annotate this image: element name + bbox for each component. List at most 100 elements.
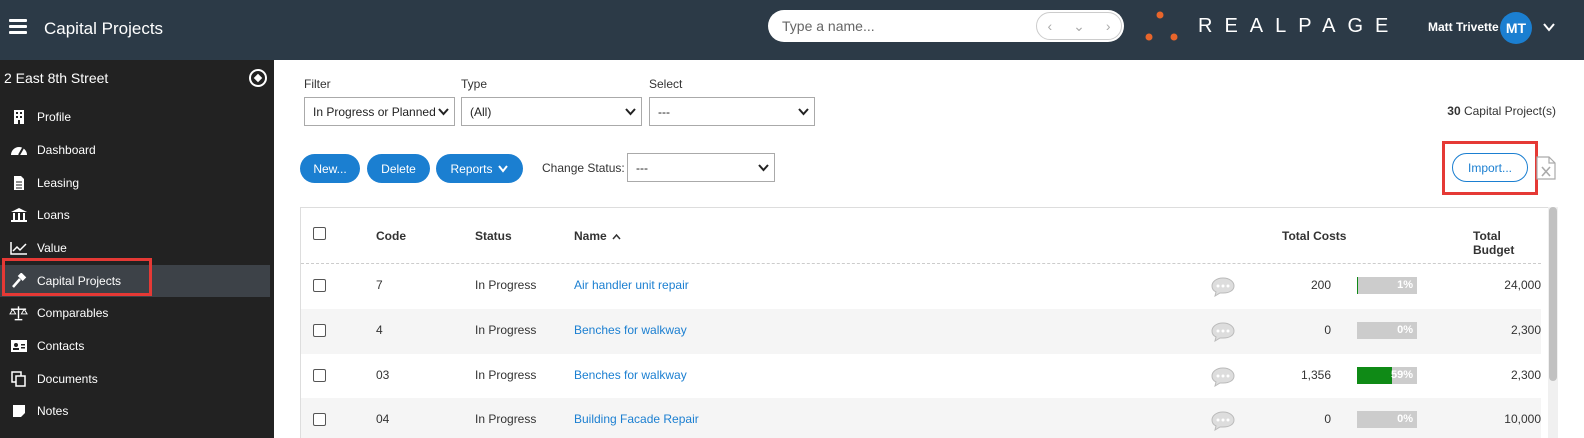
- table-header: Code Status Name Total Costs Total Budge…: [301, 208, 1541, 264]
- dashboard-icon: [9, 142, 28, 158]
- sidebar-item-profile[interactable]: Profile: [0, 101, 270, 133]
- progress-label: 59%: [1390, 369, 1413, 381]
- chart-line-icon: [9, 240, 28, 256]
- row-name-link[interactable]: Air handler unit repair: [574, 278, 689, 292]
- sidebar-item-label: Leasing: [37, 176, 80, 190]
- progress-bar: 59%: [1357, 367, 1417, 384]
- row-code: 03: [376, 368, 390, 382]
- select-all-checkbox[interactable]: [313, 227, 326, 240]
- scale-icon: [9, 305, 28, 321]
- row-status: In Progress: [475, 278, 537, 292]
- reports-button-label: Reports: [450, 161, 493, 176]
- sidebar-item-label: Loans: [37, 208, 70, 222]
- progress-bar: 0%: [1357, 411, 1417, 428]
- table-row[interactable]: 04 In Progress Building Facade Repair 0 …: [301, 398, 1541, 438]
- contact-card-icon: [9, 338, 28, 354]
- copy-icon: [9, 371, 28, 387]
- row-total-costs: 0: [1324, 412, 1331, 426]
- new-button[interactable]: New...: [300, 154, 360, 183]
- compass-icon[interactable]: [249, 69, 267, 87]
- chevron-down-icon: [798, 108, 809, 116]
- select-label: Select: [649, 77, 683, 91]
- type-select[interactable]: (All): [461, 97, 642, 126]
- column-header-code[interactable]: Code: [376, 229, 406, 243]
- reports-button[interactable]: Reports: [436, 154, 523, 183]
- row-total-budget: 2,300: [1510, 323, 1541, 337]
- row-checkbox[interactable]: [313, 413, 326, 426]
- progress-fill: [1357, 277, 1359, 294]
- search-box: ‹ ⌄ ›: [768, 10, 1124, 42]
- sidebar-item-documents[interactable]: Documents: [0, 363, 270, 395]
- progress-bar: 1%: [1357, 277, 1417, 294]
- chevron-right-icon[interactable]: ›: [1106, 18, 1111, 34]
- chevron-down-icon[interactable]: ⌄: [1073, 18, 1085, 35]
- row-total-costs: 1,356: [1300, 368, 1331, 382]
- row-status: In Progress: [475, 368, 537, 382]
- sidebar-item-comparables[interactable]: Comparables: [0, 297, 270, 329]
- row-name-link[interactable]: Building Facade Repair: [574, 412, 699, 426]
- delete-button[interactable]: Delete: [367, 154, 430, 183]
- search-nav: ‹ ⌄ ›: [1036, 12, 1122, 40]
- sidebar-item-label: Documents: [37, 372, 98, 386]
- app-title: Capital Projects: [44, 19, 164, 38]
- sidebar-item-dashboard[interactable]: Dashboard: [0, 134, 270, 166]
- row-total-budget: 10,000: [1504, 412, 1541, 426]
- row-code: 7: [376, 278, 383, 292]
- row-code: 04: [376, 412, 390, 426]
- select-dropdown[interactable]: ---: [649, 97, 815, 126]
- brand-wordmark: REALPAGE: [1198, 15, 1401, 37]
- chevron-down-icon: [438, 108, 449, 116]
- row-name-link[interactable]: Benches for walkway: [574, 368, 687, 382]
- row-total-costs: 200: [1310, 278, 1331, 292]
- select-dropdown-value: ---: [658, 104, 670, 119]
- table-row[interactable]: 7 In Progress Air handler unit repair 20…: [301, 264, 1541, 309]
- sidebar-item-loans[interactable]: Loans: [0, 199, 270, 231]
- row-total-budget: 2,300: [1510, 368, 1541, 382]
- comment-icon[interactable]: [1211, 367, 1235, 387]
- column-header-total-costs[interactable]: Total Costs: [1282, 229, 1346, 243]
- user-name[interactable]: Matt Trivette: [1428, 20, 1499, 34]
- sidebar-item-label: Notes: [37, 404, 69, 418]
- row-checkbox[interactable]: [313, 279, 326, 292]
- chevron-down-icon: [758, 164, 769, 172]
- building-icon: [9, 109, 28, 125]
- change-status-select[interactable]: ---: [627, 153, 775, 182]
- column-header-status[interactable]: Status: [475, 229, 512, 243]
- search-input[interactable]: [782, 16, 1032, 36]
- chevron-left-icon[interactable]: ‹: [1047, 18, 1052, 34]
- change-status-label: Change Status:: [542, 161, 625, 175]
- row-total-budget: 24,000: [1504, 278, 1541, 292]
- row-status: In Progress: [475, 323, 537, 337]
- type-select-value: (All): [470, 104, 492, 119]
- excel-export-icon[interactable]: [1536, 156, 1556, 180]
- scrollbar-thumb[interactable]: [1549, 207, 1557, 381]
- row-name-link[interactable]: Benches for walkway: [574, 323, 687, 337]
- user-menu-chevron-icon[interactable]: [1542, 20, 1556, 34]
- column-header-total-budget[interactable]: Total Budget: [1473, 229, 1541, 257]
- comment-icon[interactable]: [1211, 411, 1235, 431]
- row-checkbox[interactable]: [313, 324, 326, 337]
- filter-label: Filter: [304, 77, 331, 91]
- capital-projects-highlight: [2, 258, 152, 296]
- sidebar-item-label: Profile: [37, 110, 72, 124]
- chevron-down-icon: [625, 108, 636, 116]
- filter-select[interactable]: In Progress or Planned: [304, 97, 455, 126]
- table-row[interactable]: 4 In Progress Benches for walkway 0 0% 2…: [301, 309, 1541, 354]
- comment-icon[interactable]: [1211, 277, 1235, 297]
- row-checkbox[interactable]: [313, 369, 326, 382]
- comment-icon[interactable]: [1211, 322, 1235, 342]
- avatar[interactable]: MT: [1500, 12, 1532, 44]
- bank-icon: [9, 207, 28, 223]
- table-scrollbar[interactable]: [1548, 207, 1558, 438]
- sidebar-item-label: Contacts: [37, 339, 85, 353]
- sidebar: 2 East 8th Street Profile Dashboard Leas…: [0, 60, 274, 438]
- document-icon: [9, 175, 28, 191]
- progress-fill: [1357, 367, 1393, 384]
- column-header-name[interactable]: Name: [574, 229, 621, 243]
- sidebar-item-notes[interactable]: Notes: [0, 395, 270, 427]
- progress-bar: 0%: [1357, 322, 1417, 339]
- sidebar-item-contacts[interactable]: Contacts: [0, 330, 270, 362]
- hamburger-menu-icon[interactable]: [9, 19, 27, 34]
- table-row[interactable]: 03 In Progress Benches for walkway 1,356…: [301, 354, 1541, 399]
- sidebar-item-leasing[interactable]: Leasing: [0, 167, 270, 199]
